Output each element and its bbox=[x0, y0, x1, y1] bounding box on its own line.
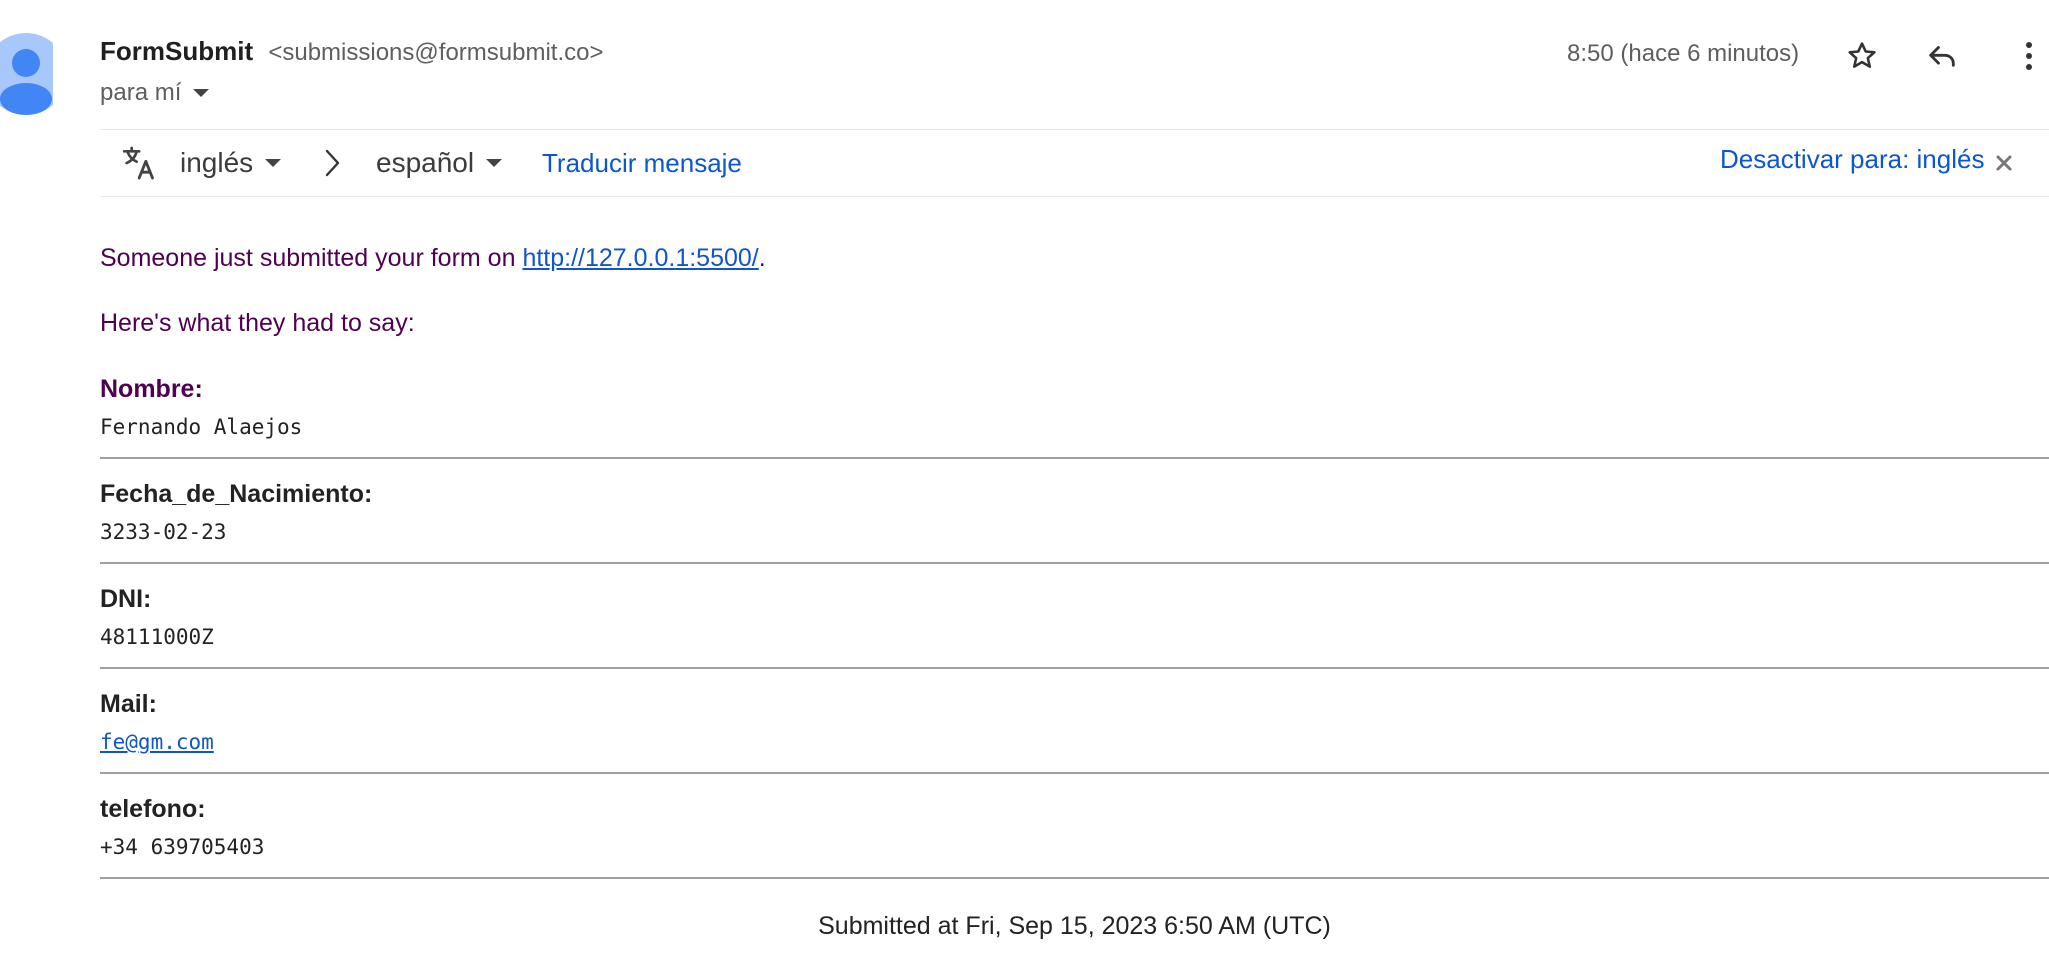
reply-button[interactable] bbox=[1922, 36, 1962, 76]
field-value-mail: fe@gm.com bbox=[100, 730, 214, 754]
field-label-mail: Mail: bbox=[100, 690, 157, 718]
message-subtitle: Here's what they had to say: bbox=[100, 309, 415, 337]
field-label-nombre: Nombre: bbox=[100, 375, 203, 403]
disable-translation-link[interactable]: Desactivar para: inglés bbox=[1720, 126, 1984, 192]
source-language-select[interactable]: inglés bbox=[180, 130, 282, 196]
intro-suffix: . bbox=[758, 244, 766, 272]
star-icon bbox=[1848, 42, 1876, 68]
chevron-down-icon bbox=[265, 159, 282, 167]
field-divider bbox=[100, 457, 2049, 459]
source-language-label: inglés bbox=[180, 147, 254, 178]
field-label-telefono: telefono: bbox=[100, 795, 206, 823]
sender-avatar[interactable] bbox=[0, 33, 53, 115]
recipient-label: para mí bbox=[100, 79, 182, 106]
target-language-select[interactable]: español bbox=[376, 130, 503, 196]
star-button[interactable] bbox=[1842, 36, 1882, 76]
field-label-fecha: Fecha_de_Nacimiento: bbox=[100, 480, 373, 508]
intro-prefix: Someone just submitted your form on bbox=[100, 244, 523, 272]
chevron-down-icon[interactable] bbox=[193, 89, 210, 97]
translate-bar: inglés español Traducir mensaje Desactiv… bbox=[100, 129, 2049, 197]
form-url-link[interactable]: http://127.0.0.1:5500/ bbox=[522, 244, 758, 272]
target-language-label: español bbox=[376, 147, 475, 178]
sender-name[interactable]: FormSubmit bbox=[100, 36, 253, 66]
person-avatar-icon bbox=[0, 33, 53, 115]
field-divider bbox=[100, 562, 2049, 564]
intro-text: Someone just submitted your form on http… bbox=[100, 244, 766, 273]
close-translate-bar-button[interactable] bbox=[1995, 130, 2013, 196]
field-value-nombre: Fernando Alaejos bbox=[100, 415, 303, 439]
field-divider bbox=[100, 877, 2049, 879]
sender-email: <submissions@formsubmit.co> bbox=[268, 39, 604, 66]
recipient-details[interactable]: para mí bbox=[100, 79, 210, 107]
field-divider bbox=[100, 667, 2049, 669]
translate-icon bbox=[120, 130, 160, 196]
chevron-right-icon bbox=[320, 130, 344, 196]
translate-message-link[interactable]: Traducir mensaje bbox=[542, 130, 742, 196]
reply-icon bbox=[1929, 46, 1955, 67]
field-divider bbox=[100, 772, 2049, 774]
mail-link[interactable]: fe@gm.com bbox=[100, 730, 214, 754]
close-icon bbox=[1996, 155, 2012, 171]
field-value-fecha: 3233-02-23 bbox=[100, 520, 227, 544]
submission-footer: Submitted at Fri, Sep 15, 2023 6:50 AM (… bbox=[818, 912, 1331, 940]
more-options-button[interactable] bbox=[2009, 36, 2049, 76]
sender-line: FormSubmit <submissions@formsubmit.co> bbox=[100, 36, 604, 67]
chevron-down-icon bbox=[486, 159, 503, 167]
field-value-dni: 48111000Z bbox=[100, 625, 214, 649]
field-label-dni: DNI: bbox=[100, 585, 152, 613]
message-timestamp: 8:50 (hace 6 minutos) bbox=[1567, 40, 1800, 67]
field-value-telefono: +34 639705403 bbox=[100, 835, 265, 859]
more-vert-icon bbox=[2026, 42, 2032, 70]
